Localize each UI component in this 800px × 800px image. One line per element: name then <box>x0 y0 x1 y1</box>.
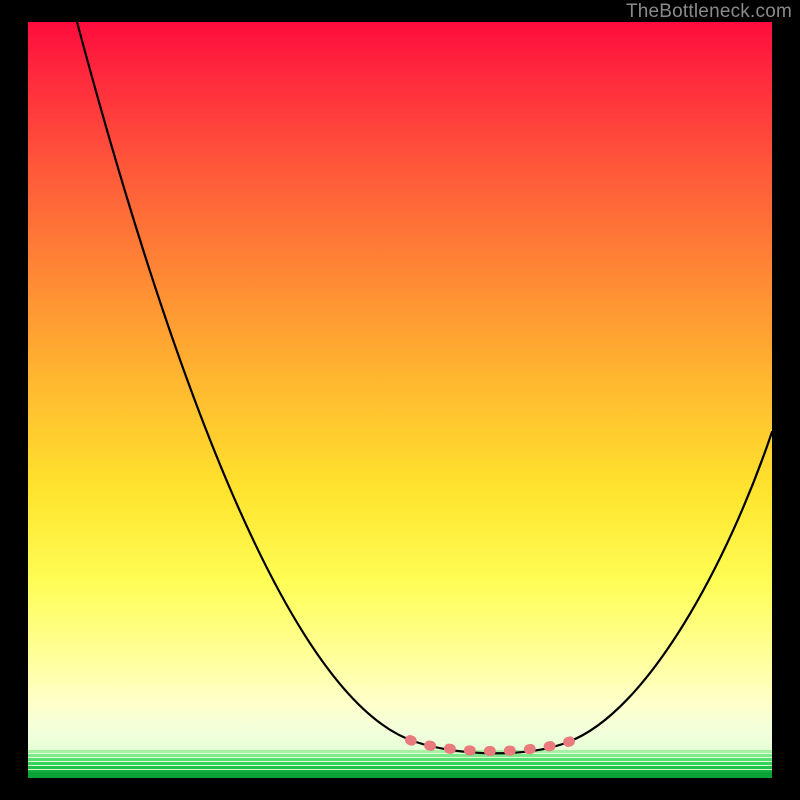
dotted-valley-marker <box>410 738 580 751</box>
watermark-text: TheBottleneck.com <box>626 1 792 23</box>
plot-area <box>28 22 772 778</box>
curve-svg <box>28 22 772 778</box>
bottleneck-curve <box>77 22 772 753</box>
chart-frame: TheBottleneck.com <box>0 0 800 800</box>
